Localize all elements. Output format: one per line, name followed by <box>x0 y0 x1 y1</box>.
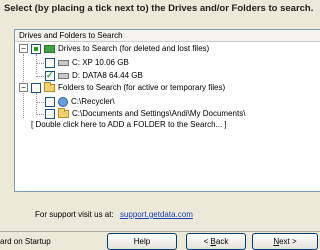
drives-icon <box>44 44 55 53</box>
folders-checkbox[interactable] <box>31 82 41 93</box>
tree-line <box>36 114 44 115</box>
tree-node-drives[interactable]: − Drives to Search (for deleted and lost… <box>19 43 209 54</box>
back-prefix: < <box>203 237 211 246</box>
support-line: For support visit us at: support.getdata… <box>35 210 193 219</box>
next-button[interactable]: Next > <box>252 233 318 250</box>
back-label-rest: ack <box>215 237 229 246</box>
folder-icon <box>58 107 69 118</box>
tree-line <box>36 93 37 113</box>
startup-option-label[interactable]: ard on Startup <box>0 237 51 246</box>
my-documents-checkbox[interactable] <box>45 108 55 119</box>
tree-line <box>36 54 37 74</box>
support-link[interactable]: support.getdata.com <box>120 210 193 219</box>
my-documents-label: C:\Documents and Settings\Andi\My Docume… <box>72 109 246 118</box>
folders-node-label: Folders to Search (for active or tempora… <box>58 83 226 92</box>
tree-item-recycler[interactable]: C:\Recycler\ <box>45 96 115 107</box>
recycler-checkbox[interactable] <box>45 96 55 107</box>
back-button[interactable]: < Back <box>186 233 246 250</box>
hard-drive-icon <box>58 59 69 66</box>
drives-checkbox[interactable] <box>31 43 41 54</box>
recycler-label: C:\Recycler\ <box>71 97 115 106</box>
tree-item-my-documents[interactable]: C:\Documents and Settings\Andi\My Docume… <box>45 107 246 119</box>
tree-line <box>36 76 44 77</box>
collapse-icon[interactable]: − <box>19 83 28 92</box>
drives-folders-tree[interactable]: Drives and Folders to Search − Drives to… <box>14 29 320 192</box>
support-label: For support visit us at: <box>35 210 114 219</box>
tree-line <box>36 102 44 103</box>
help-button[interactable]: Help <box>107 233 177 250</box>
tree-header: Drives and Folders to Search <box>15 30 320 42</box>
collapse-icon[interactable]: − <box>19 44 28 53</box>
drive-d-label: D: DATA8 64.44 GB <box>72 71 143 80</box>
help-button-label: Help <box>133 237 151 246</box>
hard-drive-icon <box>58 72 69 79</box>
tree-node-folders[interactable]: − Folders to Search (for active or tempo… <box>19 81 226 93</box>
drive-c-label: C: XP 10.06 GB <box>72 58 129 67</box>
folder-icon <box>44 81 55 92</box>
instruction-text: Select (by placing a tick next to) the D… <box>4 3 314 14</box>
drive-c-checkbox[interactable] <box>45 57 55 68</box>
recycle-bin-icon <box>58 96 68 107</box>
tree-line <box>36 63 44 64</box>
tree-item-drive-d[interactable]: D: DATA8 64.44 GB <box>45 70 143 81</box>
tree-item-drive-c[interactable]: C: XP 10.06 GB <box>45 57 129 68</box>
drive-d-checkbox[interactable] <box>45 70 55 81</box>
next-label-rest: ext > <box>279 237 297 246</box>
add-folder-label[interactable]: [ Double click here to ADD a FOLDER to t… <box>31 119 227 130</box>
drives-node-label: Drives to Search (for deleted and lost f… <box>58 44 210 53</box>
add-folder-item[interactable]: [ Double click here to ADD a FOLDER to t… <box>31 119 227 130</box>
